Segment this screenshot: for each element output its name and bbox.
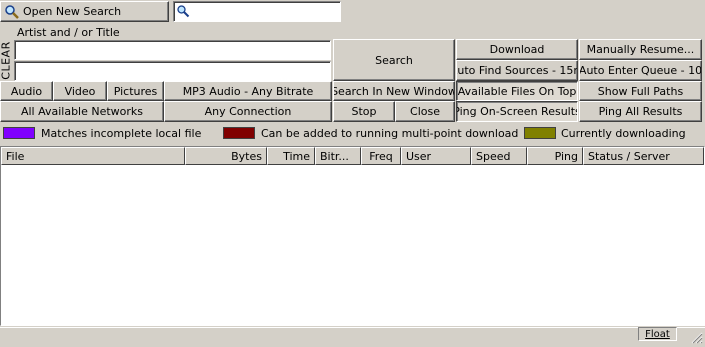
ping-all-button[interactable]: Ping All Results: [579, 101, 702, 122]
search-button[interactable]: Search: [333, 39, 455, 81]
pictures-button[interactable]: Pictures: [107, 81, 164, 101]
legend-label-incomplete: Matches incomplete local file: [41, 127, 202, 140]
close-button[interactable]: Close: [395, 101, 455, 122]
query-line1-field[interactable]: [14, 40, 331, 60]
audio-button[interactable]: Audio: [0, 81, 53, 101]
status-bar: [0, 327, 705, 345]
manually-resume-button[interactable]: Manually Resume...: [579, 39, 702, 60]
quick-search-field[interactable]: [173, 1, 341, 22]
column-header-bytes[interactable]: Bytes: [185, 147, 267, 165]
stop-button[interactable]: Stop: [333, 101, 395, 122]
query-line2-field[interactable]: [14, 61, 331, 81]
mp3-bitrate-button[interactable]: MP3 Audio - Any Bitrate: [164, 81, 332, 101]
open-new-search-text: Open New Search: [23, 5, 122, 18]
float-label: Float: [645, 328, 670, 340]
column-header-ping[interactable]: Ping: [527, 147, 583, 165]
legend-swatch-multipoint: [223, 127, 255, 139]
column-header-freq[interactable]: Freq: [361, 147, 401, 165]
resize-grip-icon[interactable]: [689, 330, 703, 344]
column-header-file[interactable]: File: [1, 147, 185, 165]
download-button[interactable]: Download: [456, 39, 578, 60]
query-line2-input[interactable]: [15, 62, 330, 80]
artist-title-label: Artist and / or Title: [17, 26, 120, 39]
video-button[interactable]: Video: [53, 81, 107, 101]
float-panel[interactable]: Float: [638, 327, 677, 341]
legend-swatch-incomplete: [3, 127, 35, 139]
clear-label: CLEAR: [0, 40, 13, 80]
open-new-search-button[interactable]: Open New Search: [0, 1, 169, 22]
search-new-window-button[interactable]: Search In New Window: [333, 81, 455, 101]
all-networks-button[interactable]: All Available Networks: [0, 101, 164, 122]
query-line1-input[interactable]: [15, 41, 330, 59]
results-list[interactable]: File Bytes Time Bitr... Freq User Speed …: [0, 146, 705, 326]
auto-find-sources-button[interactable]: Auto Find Sources - 15m: [456, 60, 578, 81]
column-header-bitrate[interactable]: Bitr...: [315, 147, 361, 165]
any-connection-button[interactable]: Any Connection: [164, 101, 332, 122]
magnifier-icon: [4, 4, 20, 20]
available-files-on-top-toggle[interactable]: Available Files On Top: [456, 81, 578, 101]
ping-onscreen-toggle[interactable]: Ping On-Screen Results: [456, 101, 578, 122]
quick-search-input[interactable]: [174, 2, 340, 21]
column-header-speed[interactable]: Speed: [471, 147, 527, 165]
legend-label-multipoint: Can be added to running multi-point down…: [261, 127, 519, 140]
auto-enter-queue-button[interactable]: Auto Enter Queue - 10: [579, 60, 702, 81]
show-full-paths-button[interactable]: Show Full Paths: [579, 81, 702, 101]
search-icon: [176, 4, 190, 18]
legend-swatch-downloading: [524, 127, 556, 139]
column-header-time[interactable]: Time: [267, 147, 315, 165]
clear-button[interactable]: CLEAR: [0, 40, 13, 80]
column-header-user[interactable]: User: [401, 147, 471, 165]
column-header-status[interactable]: Status / Server: [583, 147, 704, 165]
legend-label-downloading: Currently downloading: [561, 127, 686, 140]
